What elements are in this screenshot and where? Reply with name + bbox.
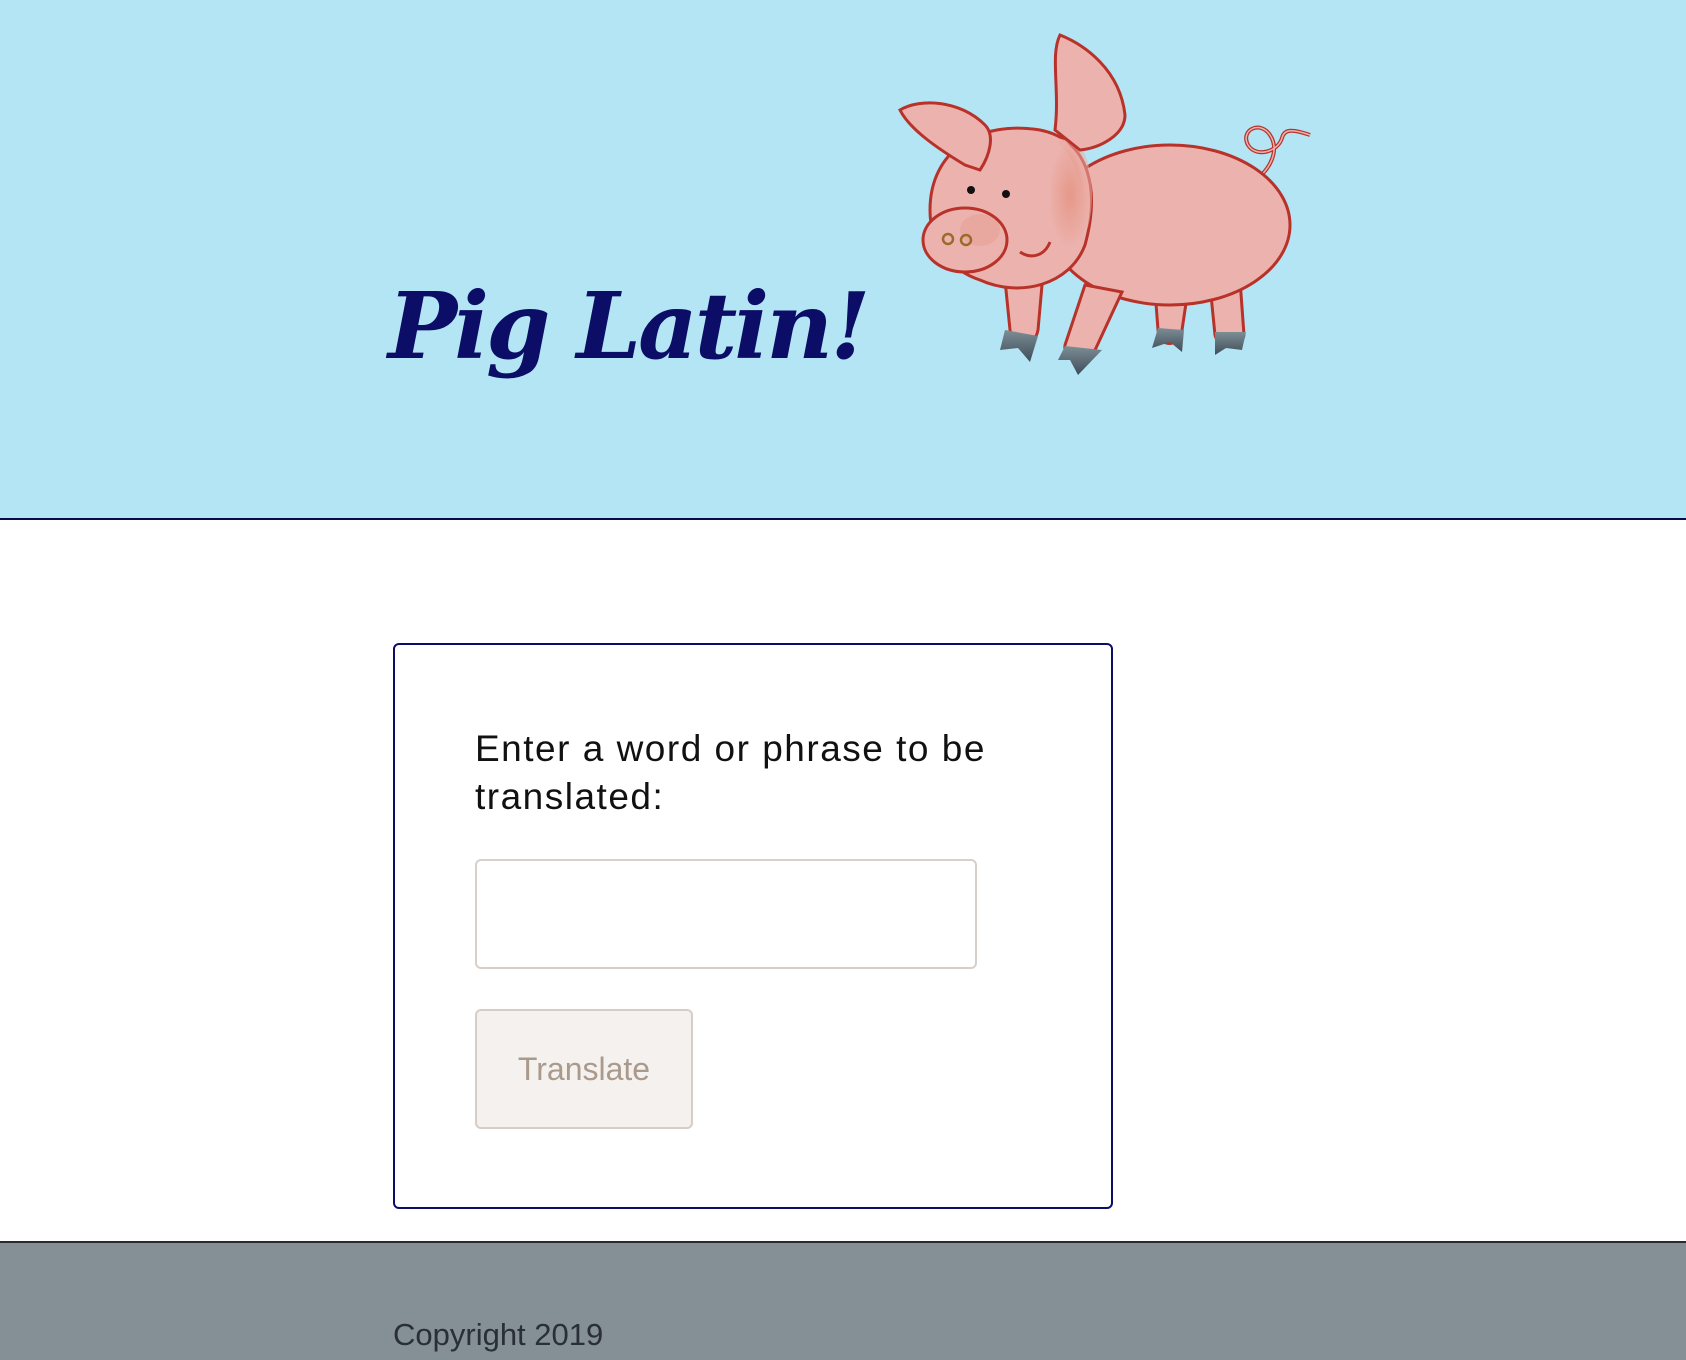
translate-button[interactable]: Translate — [475, 1009, 693, 1129]
site-title: Pig Latin! — [388, 272, 871, 380]
site-header: Pig Latin! — [0, 0, 1686, 520]
pig-icon — [898, 33, 1311, 375]
form-prompt: Enter a word or phrase to be translated: — [475, 728, 986, 817]
translate-form-card: Enter a word or phrase to be translated:… — [393, 643, 1113, 1209]
site-footer: Copyright 2019 — [0, 1241, 1686, 1360]
copyright-text: Copyright 2019 — [393, 1317, 604, 1352]
phrase-input[interactable] — [475, 859, 977, 969]
